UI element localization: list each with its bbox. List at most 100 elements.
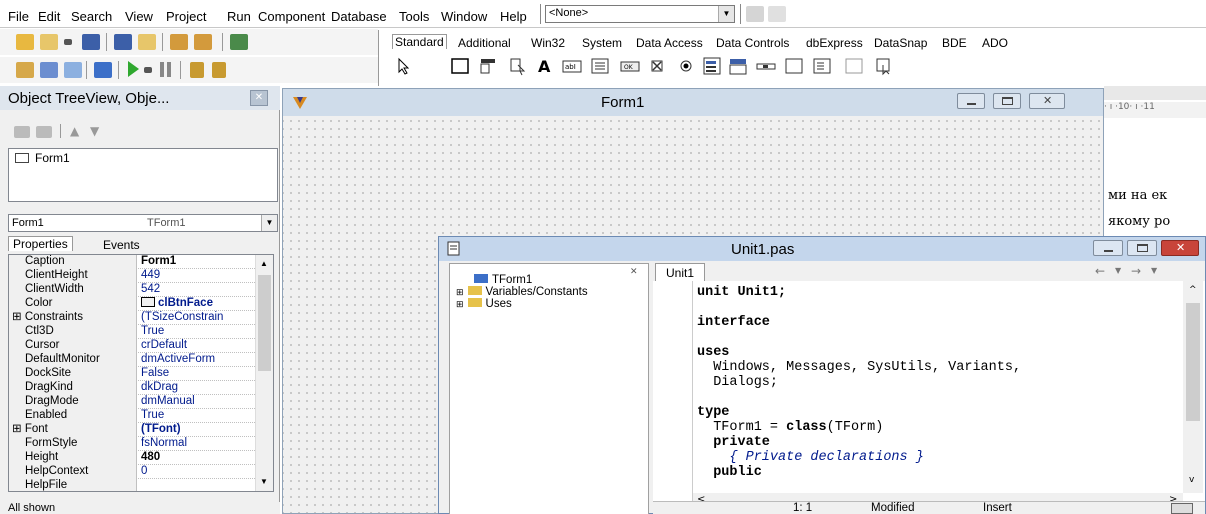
property-row[interactable]: HelpContext 0 — [9, 465, 255, 479]
menu-search[interactable]: Search — [71, 9, 112, 24]
property-row[interactable]: Ctl3D True — [9, 325, 255, 339]
open-dropdown-icon[interactable] — [64, 39, 72, 45]
actionlist-icon[interactable] — [874, 56, 894, 76]
tab-ado[interactable]: ADO — [982, 36, 1008, 50]
tab-system[interactable]: System — [582, 36, 622, 50]
label-icon[interactable]: A — [536, 56, 556, 76]
menu-help[interactable]: Help — [500, 9, 527, 24]
property-row[interactable]: ClientHeight 449 — [9, 269, 255, 283]
property-value[interactable]: True — [141, 409, 255, 423]
checkbox-icon[interactable] — [648, 56, 668, 76]
menu-window[interactable]: Window — [441, 9, 487, 24]
property-row[interactable]: Color clBtnFace — [9, 297, 255, 311]
property-grid-scrollbar[interactable]: ▲ ▼ — [255, 255, 273, 491]
view-form-icon[interactable] — [40, 62, 58, 78]
property-value[interactable]: 480 — [141, 451, 255, 465]
delete-item-icon[interactable] — [36, 126, 52, 138]
tab-win32[interactable]: Win32 — [531, 36, 565, 50]
property-value[interactable]: dmManual — [141, 395, 255, 409]
property-value[interactable]: fsNormal — [141, 437, 255, 451]
tab-standard[interactable]: Standard — [392, 34, 447, 49]
property-row[interactable]: ⊞ Font (TFont) — [9, 423, 255, 437]
expand-icon[interactable]: ⊞ — [12, 423, 25, 435]
panel-icon[interactable] — [844, 56, 864, 76]
frames-icon[interactable] — [450, 56, 470, 76]
menu-file[interactable]: File — [8, 9, 29, 24]
explorer-item[interactable]: ⊞ Variables/Constants — [456, 286, 588, 298]
scrollbar-icon[interactable] — [756, 56, 776, 76]
code-text[interactable]: unit Unit1; interface uses Windows, Messag… — [697, 285, 1179, 493]
code-area[interactable]: Unit1 ← ▼ → ▼ unit Unit1; interface uses W… — [653, 263, 1205, 514]
scrollbar-thumb[interactable] — [258, 275, 271, 371]
property-row[interactable]: DefaultMonitor dmActiveForm — [9, 353, 255, 367]
chevron-down-icon[interactable]: ▼ — [261, 215, 277, 231]
pause-icon-right[interactable] — [167, 62, 171, 77]
form-title-bar[interactable]: Form1 ✕ — [283, 89, 1103, 116]
minimize-button[interactable] — [957, 93, 985, 109]
forward-dropdown-icon[interactable]: ▼ — [1151, 266, 1157, 275]
editor-title-bar[interactable]: Unit1.pas ✕ — [439, 237, 1205, 261]
vertical-scrollbar[interactable]: ^ v — [1183, 281, 1203, 493]
property-value[interactable]: dkDrag — [141, 381, 255, 395]
remove-file-icon[interactable] — [194, 34, 212, 50]
arrow-up-icon[interactable]: ▲ — [70, 124, 79, 138]
menu-tools[interactable]: Tools — [399, 9, 429, 24]
scroll-up-icon[interactable]: ^ — [1189, 285, 1197, 295]
property-row[interactable]: DragKind dkDrag — [9, 381, 255, 395]
run-dropdown-icon[interactable] — [144, 67, 152, 73]
desktop-save-icon[interactable] — [746, 6, 764, 22]
toggle-form-unit-icon[interactable] — [64, 62, 82, 78]
groupbox-icon[interactable] — [784, 56, 804, 76]
maximize-button[interactable] — [993, 93, 1021, 109]
split-view-icon[interactable] — [1171, 503, 1193, 514]
property-value[interactable]: 449 — [141, 269, 255, 283]
add-file-icon[interactable] — [170, 34, 188, 50]
tab-events[interactable]: Events — [103, 238, 140, 252]
scrollbar-thumb[interactable] — [1186, 303, 1200, 421]
property-value[interactable]: Form1 — [141, 255, 255, 269]
expand-icon[interactable]: ⊞ — [12, 311, 25, 323]
edit-icon[interactable]: abI — [562, 56, 582, 76]
maximize-button[interactable] — [1127, 240, 1157, 256]
tab-bde[interactable]: BDE — [942, 36, 967, 50]
explorer-item[interactable]: ⊞ Uses — [456, 298, 512, 310]
code-editor-window[interactable]: Unit1.pas ✕ ✕ TForm1 ⊞ Variables/Constants… — [438, 236, 1206, 514]
button-icon[interactable]: OK — [620, 56, 640, 76]
arrow-down-icon[interactable]: ▼ — [90, 124, 99, 138]
property-value[interactable]: True — [141, 325, 255, 339]
step-over-icon[interactable] — [212, 62, 226, 78]
tab-datasnap[interactable]: DataSnap — [874, 36, 927, 50]
expand-icon[interactable]: ⊞ — [456, 299, 464, 309]
explorer-item[interactable]: TForm1 — [474, 274, 532, 286]
property-value[interactable]: clBtnFace — [141, 297, 255, 311]
main-menu-icon[interactable] — [478, 56, 498, 76]
tab-unit1[interactable]: Unit1 — [655, 263, 706, 281]
combobox-icon[interactable] — [728, 56, 748, 76]
new-form-icon[interactable] — [94, 62, 112, 78]
forward-icon[interactable]: → — [1131, 264, 1141, 278]
new-item-icon[interactable] — [14, 126, 30, 138]
menu-run[interactable]: Run — [227, 9, 251, 24]
close-button[interactable]: ✕ — [1161, 240, 1199, 256]
tab-data-access[interactable]: Data Access — [636, 36, 703, 50]
property-row[interactable]: HelpFile — [9, 479, 255, 491]
radiogroup-icon[interactable] — [812, 56, 832, 76]
close-icon[interactable]: ✕ — [250, 90, 268, 106]
view-unit-icon[interactable] — [16, 62, 34, 78]
pointer-icon[interactable] — [394, 56, 414, 76]
scroll-down-icon[interactable]: v — [1189, 475, 1194, 485]
property-row[interactable]: Caption Form1 — [9, 255, 255, 269]
memo-icon[interactable] — [590, 56, 610, 76]
property-row[interactable]: FormStyle fsNormal — [9, 437, 255, 451]
property-value[interactable]: 542 — [141, 283, 255, 297]
tab-properties[interactable]: Properties — [8, 236, 73, 251]
component-combo[interactable]: <None> ▼ — [545, 5, 735, 23]
desktop-settings-icon[interactable] — [768, 6, 786, 22]
menu-edit[interactable]: Edit — [38, 9, 60, 24]
property-value[interactable] — [141, 479, 255, 491]
property-value[interactable]: 0 — [141, 465, 255, 479]
close-button[interactable]: ✕ — [1029, 93, 1065, 109]
expand-icon[interactable]: ⊞ — [456, 287, 464, 297]
tab-additional[interactable]: Additional — [458, 36, 511, 50]
property-row[interactable]: Cursor crDefault — [9, 339, 255, 353]
